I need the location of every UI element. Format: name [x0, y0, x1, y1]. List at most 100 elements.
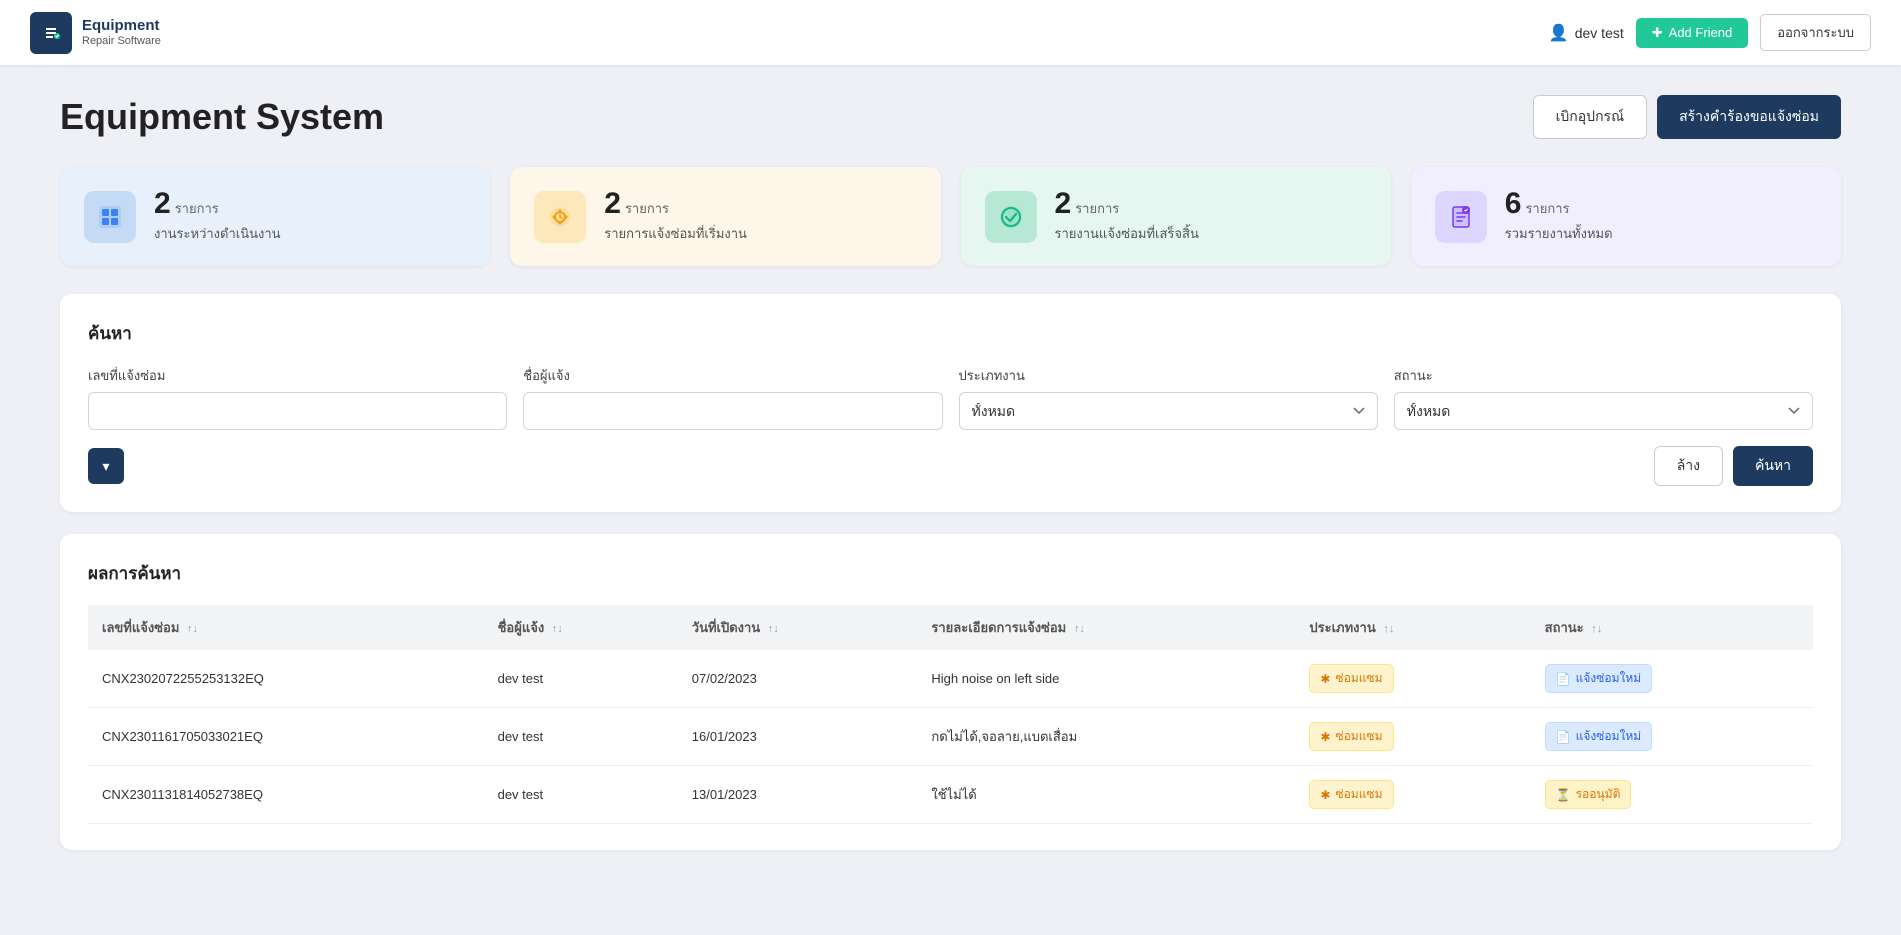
requester-group: ชื่อผู้แจ้ง [523, 365, 942, 430]
chevron-down-icon: ▾ [102, 458, 109, 475]
job-type-label: ประเภทงาน [959, 365, 1378, 386]
stat-icon-total [1435, 191, 1487, 243]
brand-sub: Repair Software [82, 35, 161, 48]
cell-job-type: ✱ ซ่อมแซม [1295, 650, 1530, 708]
status-badge: 📄 แจ้งซ่อมใหม่ [1545, 664, 1653, 693]
repair-no-group: เลขที่แจ้งซ่อม [88, 365, 507, 430]
job-type-badge: ✱ ซ่อมแซม [1309, 664, 1393, 693]
stat-icon-in-progress [84, 191, 136, 243]
stat-icon-started [534, 191, 586, 243]
navbar: Equipment Repair Software 👤 dev test ✚ A… [0, 0, 1901, 65]
col-details: รายละเอียดการแจ้งซ่อม ↑↓ [917, 605, 1295, 650]
sort-icon-status[interactable]: ↑↓ [1591, 623, 1602, 635]
sort-icon-requester[interactable]: ↑↓ [552, 623, 563, 635]
stat-card-started: 2 รายการ รายการแจ้งซ่อมที่เริ่มงาน [510, 167, 940, 266]
logout-label: ออกจากระบบ [1777, 25, 1854, 40]
status-badge: 📄 แจ้งซ่อมใหม่ [1545, 722, 1653, 751]
stat-unit-in-progress: รายการ [175, 198, 219, 219]
job-type-icon: ✱ [1320, 672, 1330, 686]
col-status: สถานะ ↑↓ [1531, 605, 1813, 650]
stat-count-in-progress: 2 [154, 189, 171, 219]
table-head: เลขที่แจ้งซ่อม ↑↓ ชื่อผู้แจ้ง ↑↓ วันที่เ… [88, 605, 1813, 650]
cell-details: High noise on left side [917, 650, 1295, 708]
col-repair-no: เลขที่แจ้งซ่อม ↑↓ [88, 605, 484, 650]
stat-count-started: 2 [604, 189, 621, 219]
job-type-icon: ✱ [1320, 788, 1330, 802]
stat-info-in-progress: 2 รายการ งานระหว่างดำเนินงาน [154, 189, 281, 244]
sort-icon-job-type[interactable]: ↑↓ [1383, 623, 1394, 635]
stat-label-in-progress: งานระหว่างดำเนินงาน [154, 223, 281, 244]
job-type-select[interactable]: ทั้งหมด ซ่อมแซม บำรุงรักษา ติดตั้ง [959, 392, 1378, 430]
search-button[interactable]: ค้นหา [1733, 446, 1813, 486]
stat-icon-completed [985, 191, 1037, 243]
status-badge: ⏳ รออนุมัติ [1545, 780, 1632, 809]
expand-button[interactable]: ▾ [88, 448, 124, 484]
stat-card-completed: 2 รายการ รายงานแจ้งซ่อมที่เสร็จสิ้น [961, 167, 1391, 266]
cell-repair-no: CNX2302072255253132EQ [88, 650, 484, 708]
page-header-actions: เบิกอุปกรณ์ สร้างคำร้องขอแจ้งซ่อม [1533, 95, 1841, 139]
stat-card-in-progress: 2 รายการ งานระหว่างดำเนินงาน [60, 167, 490, 266]
stat-cards: 2 รายการ งานระหว่างดำเนินงาน [60, 167, 1841, 266]
add-friend-label: Add Friend [1669, 25, 1733, 40]
search-row: เลขที่แจ้งซ่อม ชื่อผู้แจ้ง ประเภทงาน ทั้… [88, 365, 1813, 430]
cell-status: 📄 แจ้งซ่อมใหม่ [1531, 708, 1813, 766]
repair-no-label: เลขที่แจ้งซ่อม [88, 365, 507, 386]
stat-label-total: รวมรายงานทั้งหมด [1505, 223, 1613, 244]
job-type-badge: ✱ ซ่อมแซม [1309, 722, 1393, 751]
cell-requester: dev test [484, 708, 678, 766]
add-friend-icon: ✚ [1652, 25, 1663, 41]
cell-requester: dev test [484, 650, 678, 708]
status-icon: 📄 [1556, 730, 1571, 744]
sort-icon-open-date[interactable]: ↑↓ [768, 623, 779, 635]
stat-count-completed: 2 [1055, 189, 1072, 219]
requester-label: ชื่อผู้แจ้ง [523, 365, 942, 386]
page-title: Equipment System [60, 96, 384, 138]
stat-info-started: 2 รายการ รายการแจ้งซ่อมที่เริ่มงาน [604, 189, 747, 244]
stat-label-completed: รายงานแจ้งซ่อมที่เสร็จสิ้น [1055, 223, 1199, 244]
table-body: CNX2302072255253132EQ dev test 07/02/202… [88, 650, 1813, 824]
cell-repair-no: CNX2301161705033021EQ [88, 708, 484, 766]
table-row: CNX2302072255253132EQ dev test 07/02/202… [88, 650, 1813, 708]
equipment-button[interactable]: เบิกอุปกรณ์ [1533, 95, 1647, 139]
brand-text: Equipment Repair Software [82, 17, 161, 48]
clear-button[interactable]: ล้าง [1654, 446, 1723, 486]
cell-open-date: 07/02/2023 [678, 650, 918, 708]
cell-requester: dev test [484, 766, 678, 824]
status-group: สถานะ ทั้งหมด แจ้งซ่อมใหม่ กำลังดำเนินกา… [1394, 365, 1813, 430]
stat-info-completed: 2 รายการ รายงานแจ้งซ่อมที่เสร็จสิ้น [1055, 189, 1199, 244]
results-panel: ผลการค้นหา เลขที่แจ้งซ่อม ↑↓ ชื่อผู้แจ้ง… [60, 534, 1841, 850]
requester-input[interactable] [523, 392, 942, 430]
job-type-group: ประเภทงาน ทั้งหมด ซ่อมแซม บำรุงรักษา ติด… [959, 365, 1378, 430]
stat-unit-started: รายการ [625, 198, 669, 219]
sort-icon-details[interactable]: ↑↓ [1074, 623, 1085, 635]
search-buttons: ล้าง ค้นหา [1654, 446, 1813, 486]
logout-button[interactable]: ออกจากระบบ [1760, 14, 1871, 51]
cell-details: ใช้ไม่ได้ [917, 766, 1295, 824]
search-panel: ค้นหา เลขที่แจ้งซ่อม ชื่อผู้แจ้ง ประเภทง… [60, 294, 1841, 512]
col-job-type: ประเภทงาน ↑↓ [1295, 605, 1530, 650]
status-label: สถานะ [1394, 365, 1813, 386]
user-info: 👤 dev test [1549, 23, 1624, 43]
brand-name: Equipment [82, 17, 161, 35]
sort-icon-repair-no[interactable]: ↑↓ [187, 623, 198, 635]
col-requester: ชื่อผู้แจ้ง ↑↓ [484, 605, 678, 650]
status-select[interactable]: ทั้งหมด แจ้งซ่อมใหม่ กำลังดำเนินการ เสร็… [1394, 392, 1813, 430]
main-content: Equipment System เบิกอุปกรณ์ สร้างคำร้อง… [0, 65, 1901, 880]
user-name: dev test [1575, 25, 1624, 41]
results-table: เลขที่แจ้งซ่อม ↑↓ ชื่อผู้แจ้ง ↑↓ วันที่เ… [88, 605, 1813, 824]
cell-open-date: 16/01/2023 [678, 708, 918, 766]
stat-count-total: 6 [1505, 189, 1522, 219]
user-icon: 👤 [1549, 23, 1569, 43]
page-header: Equipment System เบิกอุปกรณ์ สร้างคำร้อง… [60, 95, 1841, 139]
navbar-right: 👤 dev test ✚ Add Friend ออกจากระบบ [1549, 14, 1871, 51]
status-icon: 📄 [1556, 672, 1571, 686]
status-icon: ⏳ [1556, 788, 1571, 802]
repair-no-input[interactable] [88, 392, 507, 430]
job-type-icon: ✱ [1320, 730, 1330, 744]
job-type-badge: ✱ ซ่อมแซม [1309, 780, 1393, 809]
stat-unit-completed: รายการ [1075, 198, 1119, 219]
create-repair-button[interactable]: สร้างคำร้องขอแจ้งซ่อม [1657, 95, 1841, 139]
results-title: ผลการค้นหา [88, 560, 1813, 587]
add-friend-button[interactable]: ✚ Add Friend [1636, 18, 1749, 48]
brand: Equipment Repair Software [30, 12, 161, 54]
